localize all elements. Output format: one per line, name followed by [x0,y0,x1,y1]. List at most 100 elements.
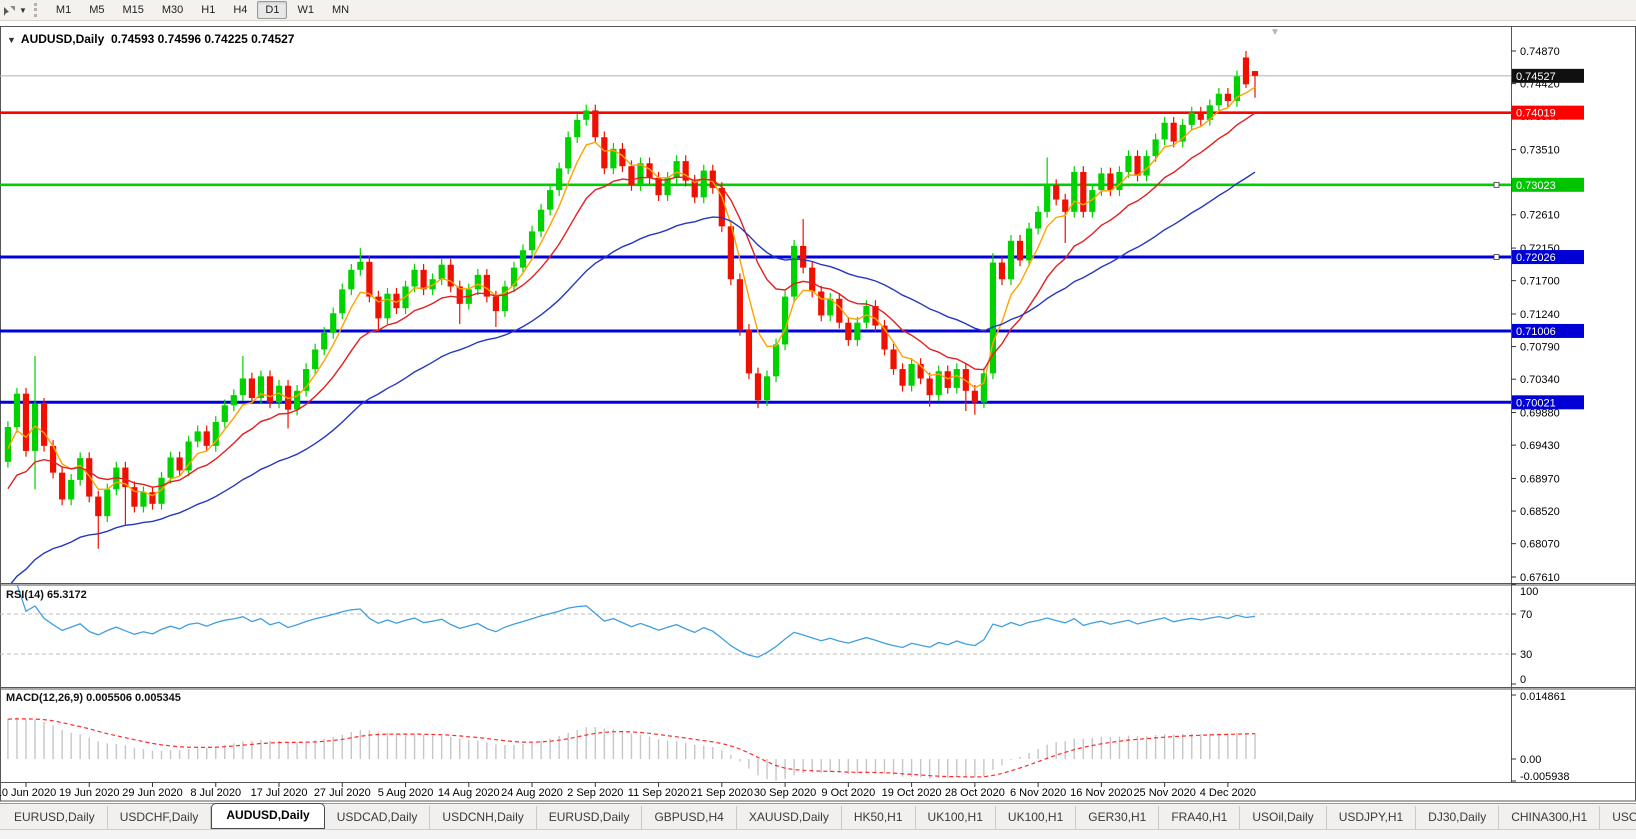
svg-text:11 Sep 2020: 11 Sep 2020 [628,787,690,799]
symbol-tab-china300-h1[interactable]: CHINA300,H1 [1499,806,1600,829]
symbol-tab-hk50-h1[interactable]: HK50,H1 [842,806,916,829]
symbol-tab-gbpusd-h4[interactable]: GBPUSD,H4 [642,806,736,829]
svg-text:0.74019: 0.74019 [1516,108,1556,120]
svg-text:10 Jun 2020: 10 Jun 2020 [0,787,56,799]
rsi-panel: 100 70 30 0 [0,584,1538,686]
rsi-value: 65.3172 [47,589,87,601]
svg-text:-0.005938: -0.005938 [1520,771,1570,783]
timeframe-button-m1[interactable]: M1 [48,1,79,19]
svg-text:24 Aug 2020: 24 Aug 2020 [501,787,563,799]
candlestick-series [5,51,1258,549]
svg-text:6 Nov 2020: 6 Nov 2020 [1010,787,1066,799]
panel-borders [0,27,1636,802]
svg-text:25 Nov 2020: 25 Nov 2020 [1133,787,1195,799]
svg-text:0.014861: 0.014861 [1520,691,1566,703]
macd-indicator-label: MACD(12,26,9) 0.005506 0.005345 [6,692,181,704]
svg-text:0.68970: 0.68970 [1520,473,1560,485]
svg-text:0.68070: 0.68070 [1520,539,1560,551]
svg-text:0.71700: 0.71700 [1520,276,1560,288]
svg-text:0.70021: 0.70021 [1516,397,1556,409]
macd-axis[interactable]: 0.014861 0.00 -0.005938 [1511,691,1570,783]
svg-text:5 Aug 2020: 5 Aug 2020 [378,787,434,799]
macd-name: MACD(12,26,9) [6,692,83,704]
symbol-tab-fra40-h1[interactable]: FRA40,H1 [1159,806,1240,829]
symbol-tabbar: EURUSD,DailyUSDCHF,DailyAUDUSD,DailyUSDC… [0,803,1636,829]
svg-text:100: 100 [1520,586,1538,598]
line-handle[interactable] [1494,255,1499,260]
symbol-tab-usdjpy-h1[interactable]: USDJPY,H1 [1327,806,1416,829]
svg-text:19 Jun 2020: 19 Jun 2020 [59,787,120,799]
svg-text:29 Jun 2020: 29 Jun 2020 [122,787,183,799]
chart-canvas[interactable]: 0.748700.744200.739700.735100.730600.726… [0,24,1636,802]
svg-text:16 Nov 2020: 16 Nov 2020 [1070,787,1132,799]
chart-window: 0.748700.744200.739700.735100.730600.726… [0,24,1636,802]
symbol-tab-dj30-daily[interactable]: DJ30,Daily [1416,806,1499,829]
date-axis[interactable]: 10 Jun 202019 Jun 202029 Jun 20208 Jul 2… [0,783,1256,800]
svg-text:9 Oct 2020: 9 Oct 2020 [821,787,875,799]
svg-text:17 Jul 2020: 17 Jul 2020 [251,787,308,799]
svg-text:2 Sep 2020: 2 Sep 2020 [567,787,623,799]
symbol-tab-usoil-h[interactable]: USOil,H [1600,806,1636,829]
chart-shift-marker-icon[interactable]: ▼ [1270,27,1280,38]
svg-text:30: 30 [1520,649,1532,661]
top-toolbar: ▼ M1M5M15M30H1H4D1W1MN [0,0,1636,21]
svg-text:30 Sep 2020: 30 Sep 2020 [754,787,816,799]
line-handle[interactable] [1494,182,1499,187]
svg-text:0: 0 [1520,674,1526,686]
timeframe-button-d1[interactable]: D1 [257,1,287,19]
chart-ohlc-values: 0.74593 0.74596 0.74225 0.74527 [111,32,295,46]
svg-text:0.67610: 0.67610 [1520,572,1560,584]
timeframe-button-h1[interactable]: H1 [193,1,223,19]
svg-text:0.71240: 0.71240 [1520,309,1560,321]
svg-text:0.00: 0.00 [1520,754,1541,766]
symbol-tab-usoil-daily[interactable]: USOil,Daily [1240,806,1326,829]
timeframe-button-m15[interactable]: M15 [114,1,151,19]
chart-cursor-icon[interactable] [1,3,17,17]
chart-tool-dropdown-caret-icon[interactable]: ▼ [17,6,31,15]
rsi-name: RSI(14) [6,589,44,601]
symbol-tab-xauusd-daily[interactable]: XAUUSD,Daily [737,806,842,829]
svg-text:0.74527: 0.74527 [1516,71,1556,83]
timeframe-button-w1[interactable]: W1 [289,1,322,19]
svg-text:0.70790: 0.70790 [1520,342,1560,354]
symbol-tab-uk100-h1[interactable]: UK100,H1 [996,806,1076,829]
svg-text:0.72026: 0.72026 [1516,252,1556,264]
symbol-tab-uk100-h1[interactable]: UK100,H1 [916,806,996,829]
svg-text:0.69430: 0.69430 [1520,440,1560,452]
timeframe-button-m30[interactable]: M30 [154,1,191,19]
symbol-tab-usdchf-daily[interactable]: USDCHF,Daily [108,806,212,829]
toolbar-grip[interactable] [34,3,41,17]
timeframe-button-h4[interactable]: H4 [225,1,255,19]
timeframe-button-mn[interactable]: MN [324,1,357,19]
macd-values: 0.005506 0.005345 [86,692,181,704]
svg-text:0.71006: 0.71006 [1516,326,1556,338]
chart-title-caret-icon[interactable]: ▼ [7,35,16,45]
svg-text:0.73510: 0.73510 [1520,145,1560,157]
symbol-tab-audusd-daily[interactable]: AUDUSD,Daily [211,803,324,829]
svg-text:21 Sep 2020: 21 Sep 2020 [691,787,753,799]
svg-text:19 Oct 2020: 19 Oct 2020 [882,787,942,799]
svg-text:27 Jul 2020: 27 Jul 2020 [314,787,371,799]
svg-text:4 Dec 2020: 4 Dec 2020 [1200,787,1256,799]
price-axis[interactable]: 0.748700.744200.739700.735100.730600.726… [1511,46,1560,584]
symbol-tab-ger30-h1[interactable]: GER30,H1 [1076,806,1159,829]
svg-text:0.73023: 0.73023 [1516,180,1556,192]
svg-text:0.72610: 0.72610 [1520,210,1560,222]
svg-text:0.74870: 0.74870 [1520,46,1560,58]
svg-text:0.69880: 0.69880 [1520,408,1560,420]
svg-text:28 Oct 2020: 28 Oct 2020 [945,787,1005,799]
macd-panel [7,717,1256,780]
rsi-line [8,584,1255,657]
svg-text:70: 70 [1520,609,1532,621]
svg-text:0.68520: 0.68520 [1520,506,1560,518]
timeframe-button-m5[interactable]: M5 [81,1,112,19]
chart-title: ▼ AUDUSD,Daily 0.74593 0.74596 0.74225 0.… [7,32,294,46]
svg-text:0.70340: 0.70340 [1520,374,1560,386]
symbol-tab-usdcad-daily[interactable]: USDCAD,Daily [325,806,431,829]
symbol-tab-eurusd-daily[interactable]: EURUSD,Daily [537,806,643,829]
symbol-tab-eurusd-daily[interactable]: EURUSD,Daily [2,806,108,829]
horizontal-lines[interactable] [0,76,1511,402]
rsi-indicator-label: RSI(14) 65.3172 [6,589,87,601]
symbol-tab-usdcnh-daily[interactable]: USDCNH,Daily [430,806,536,829]
chart-symbol-period: AUDUSD,Daily [21,32,104,46]
